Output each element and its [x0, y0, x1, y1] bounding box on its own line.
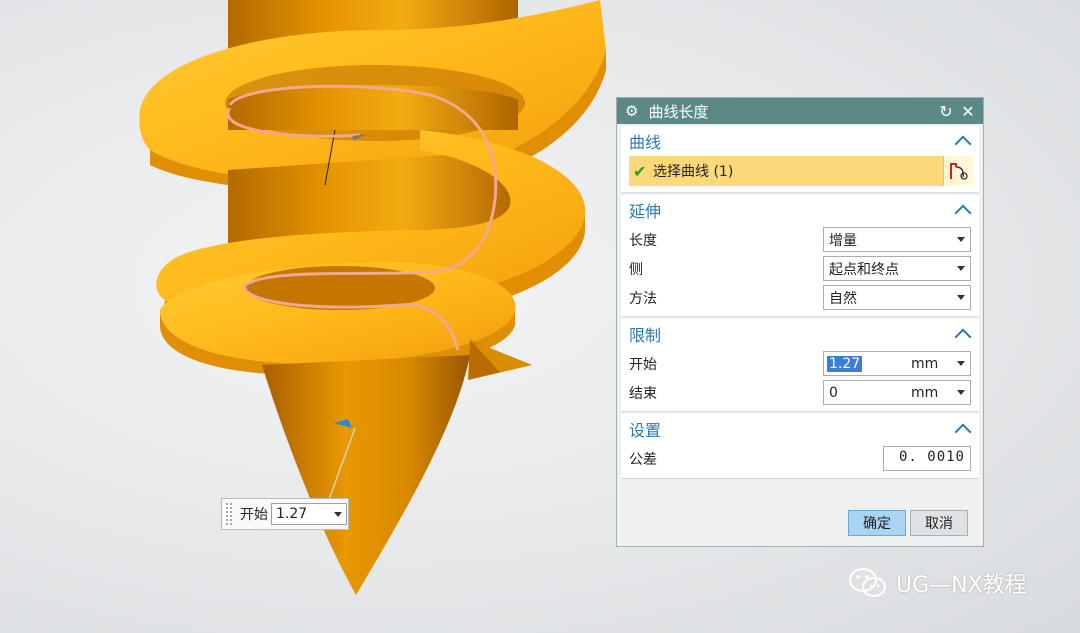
section-curve-header[interactable]: 曲线	[621, 126, 979, 156]
limit-start-row: 开始 1.27 mm	[621, 349, 979, 378]
extend-length-row: 长度 增量	[621, 225, 979, 254]
limit-end-value[interactable]: 0	[829, 385, 911, 401]
section-settings-header[interactable]: 设置	[621, 414, 979, 444]
section-extend-header[interactable]: 延伸	[621, 195, 979, 225]
limit-end-unit: mm	[911, 384, 939, 401]
select-curve-label: 选择曲线 (1)	[653, 164, 734, 180]
chevron-up-icon[interactable]	[954, 135, 972, 153]
extend-length-select[interactable]: 增量	[823, 227, 971, 252]
limit-start-value[interactable]: 1.27	[827, 355, 863, 372]
section-settings: 设置 公差 0. 0010	[621, 414, 979, 479]
wechat-icon	[849, 568, 886, 597]
curve-select-icon[interactable]	[943, 156, 973, 186]
onscreen-start-value: 1.27	[276, 506, 308, 522]
dropdown-arrow-icon[interactable]	[957, 295, 965, 300]
dialog-title: 曲线长度	[648, 102, 709, 121]
section-curve: 曲线 ✔ 选择曲线 (1)	[621, 126, 979, 193]
dropdown-arrow-icon[interactable]	[957, 361, 965, 366]
onscreen-start-input[interactable]: 开始 1.27	[221, 498, 349, 530]
limit-end-row: 结束 0 mm	[621, 378, 979, 407]
gear-icon[interactable]: ⚙	[625, 102, 638, 120]
tolerance-row: 公差 0. 0010	[621, 444, 979, 473]
extend-side-select[interactable]: 起点和终点	[823, 256, 971, 281]
tolerance-input[interactable]: 0. 0010	[883, 446, 971, 471]
limit-start-input[interactable]: 1.27 mm	[823, 351, 971, 376]
watermark-text: UG—NX教程	[896, 573, 1027, 598]
dropdown-arrow-icon[interactable]	[957, 237, 965, 242]
watermark: UG—NX教程	[848, 566, 1027, 600]
section-extend: 延伸 长度 增量 侧 起点和终点 方法 自然	[621, 195, 979, 317]
dropdown-arrow-icon[interactable]	[334, 511, 342, 517]
limit-start-unit: mm	[911, 355, 939, 372]
chevron-up-icon[interactable]	[954, 204, 972, 222]
dialog-buttons: 确定 取消	[617, 510, 983, 536]
close-icon[interactable]: ✕	[959, 102, 977, 121]
reset-icon[interactable]: ↻	[937, 102, 955, 121]
select-curve-row[interactable]: ✔ 选择曲线 (1)	[629, 156, 973, 186]
dialog-title-bar[interactable]: ⚙ 曲线长度 ↻ ✕	[617, 98, 983, 124]
section-limits-header[interactable]: 限制	[621, 319, 979, 349]
chevron-up-icon[interactable]	[954, 328, 972, 346]
chevron-up-icon[interactable]	[954, 423, 972, 441]
onscreen-start-field[interactable]: 1.27	[271, 503, 347, 525]
extend-side-row: 侧 起点和终点	[621, 254, 979, 283]
dropdown-arrow-icon[interactable]	[957, 390, 965, 395]
curve-length-dialog: ⚙ 曲线长度 ↻ ✕ 曲线 ✔ 选择曲线 (1) 延伸 长度 增量 侧 起点和终…	[616, 97, 984, 547]
ok-button[interactable]: 确定	[848, 510, 906, 536]
limit-end-input[interactable]: 0 mm	[823, 380, 971, 405]
onscreen-start-label: 开始	[240, 507, 268, 523]
extend-method-row: 方法 自然	[621, 283, 979, 312]
screw-model[interactable]	[139, 0, 607, 595]
cancel-button[interactable]: 取消	[910, 510, 968, 536]
check-icon: ✔	[633, 161, 647, 181]
extend-method-select[interactable]: 自然	[823, 285, 971, 310]
dropdown-arrow-icon[interactable]	[957, 266, 965, 271]
drag-grip-icon[interactable]	[225, 502, 233, 526]
section-limits: 限制 开始 1.27 mm 结束 0 mm	[621, 319, 979, 412]
